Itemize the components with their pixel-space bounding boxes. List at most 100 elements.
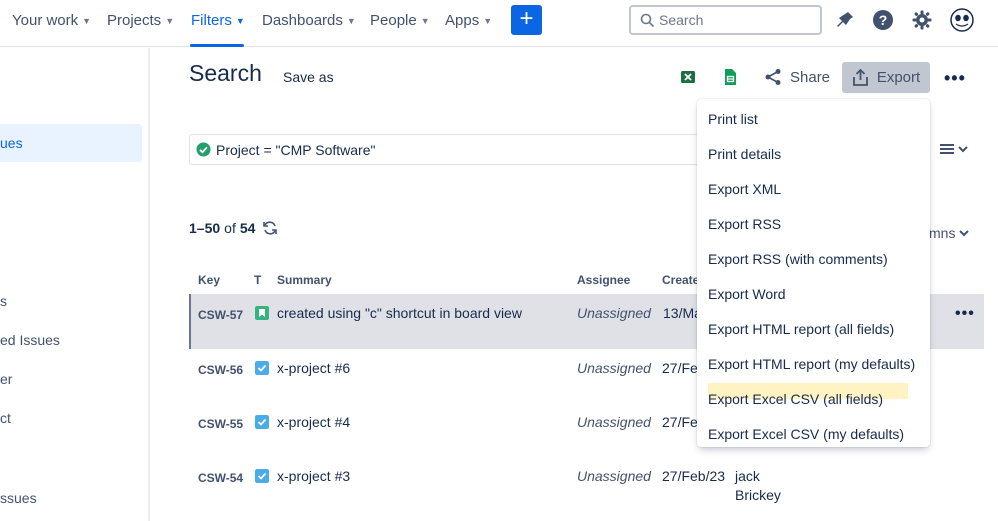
sidebar-item-filter-4[interactable]: ct: [0, 410, 11, 426]
menu-item-print-list[interactable]: Print list: [708, 111, 918, 127]
export-icon: [852, 68, 868, 86]
issue-assignee: Unassigned: [577, 360, 651, 376]
sidebar-item-label: s: [0, 293, 7, 309]
sidebar-item-filter-5[interactable]: ssues: [0, 490, 37, 506]
sidebar-item-filter-3[interactable]: er: [0, 371, 12, 387]
task-icon: [255, 469, 269, 483]
results-total: 54: [239, 220, 256, 236]
menu-item-print-details[interactable]: Print details: [708, 146, 918, 162]
sidebar-item-label: ed Issues: [0, 332, 60, 348]
issue-key[interactable]: CSW-57: [198, 308, 243, 322]
menu-item-export-word[interactable]: Export Word: [708, 286, 918, 302]
export-menu: Print list Print details Export XML Expo…: [697, 99, 930, 447]
share-icon: [765, 69, 781, 85]
results-of-label: of: [224, 220, 236, 236]
issue-created: 27/Fe: [662, 414, 698, 430]
nav-people[interactable]: People ▼: [370, 12, 430, 29]
nav-your-work-label: Your work: [12, 12, 79, 29]
save-as-button[interactable]: Save as: [283, 69, 334, 85]
excel-icon[interactable]: [679, 68, 697, 86]
issue-summary[interactable]: x-project #3: [277, 468, 350, 484]
column-header-assignee[interactable]: Assignee: [577, 273, 630, 287]
search-icon: [640, 13, 654, 27]
story-icon: [255, 306, 269, 320]
menu-item-export-rss-comments[interactable]: Export RSS (with comments): [708, 251, 918, 267]
create-button[interactable]: +: [511, 5, 542, 35]
issue-summary[interactable]: x-project #4: [277, 414, 350, 430]
notifications-icon[interactable]: [833, 8, 857, 32]
svg-text:?: ?: [879, 12, 888, 28]
nav-people-label: People: [370, 12, 417, 29]
menu-item-export-rss[interactable]: Export RSS: [708, 216, 918, 232]
refresh-icon[interactable]: [262, 220, 278, 236]
issue-assignee: Unassigned: [577, 468, 651, 484]
sidebar-item-issues[interactable]: ues: [0, 124, 142, 162]
check-circle-icon: [196, 142, 211, 157]
avatar[interactable]: [950, 8, 974, 32]
column-header-summary[interactable]: Summary: [277, 273, 332, 287]
jql-query-field[interactable]: Project = "CMP Software": [189, 134, 704, 165]
export-label: Export: [876, 69, 921, 86]
sidebar-item-label: ct: [0, 410, 11, 426]
chevron-down-icon: ▼: [165, 15, 175, 26]
issue-summary[interactable]: created using "c" shortcut in board view: [277, 305, 522, 321]
nav-dashboards[interactable]: Dashboards ▼: [262, 12, 356, 29]
share-button[interactable]: Share: [764, 68, 830, 86]
sidebar: ues s ed Issues er ct ssues: [0, 48, 150, 521]
chevron-down-icon: ▼: [235, 15, 245, 26]
menu-item-export-html-defaults[interactable]: Export HTML report (my defaults): [708, 356, 918, 372]
top-navigation: Your work ▼ Projects ▼ Filters ▼ Dashboards…: [0, 0, 998, 47]
columns-label: mns: [929, 225, 956, 241]
chevron-down-icon: [959, 230, 970, 237]
menu-item-export-xml[interactable]: Export XML: [708, 181, 918, 197]
issue-created: 27/Feb/23: [662, 468, 726, 484]
jql-text: Project = "CMP Software": [216, 142, 376, 158]
task-icon: [255, 415, 269, 429]
nav-apps[interactable]: Apps ▼: [445, 12, 492, 29]
sidebar-item-label: ues: [0, 135, 23, 151]
chevron-down-icon: ▼: [420, 15, 430, 26]
gear-icon[interactable]: [910, 8, 934, 32]
chevron-down-icon: ▼: [82, 15, 92, 26]
menu-item-export-csv-all[interactable]: Export Excel CSV (all fields): [708, 391, 918, 407]
search-box[interactable]: [629, 5, 822, 35]
sidebar-item-filter-1[interactable]: s: [0, 293, 7, 309]
sidebar-item-label: er: [0, 371, 13, 387]
column-header-created[interactable]: Create: [662, 273, 699, 287]
issue-key[interactable]: CSW-55: [198, 417, 243, 431]
help-icon[interactable]: ?: [871, 8, 895, 32]
nav-filters[interactable]: Filters ▼: [191, 12, 245, 29]
columns-button[interactable]: mns: [929, 225, 970, 241]
google-sheets-icon[interactable]: [721, 68, 739, 86]
issue-reporter-surname: Brickey: [735, 487, 781, 503]
task-icon: [255, 361, 269, 375]
sidebar-item-filter-2[interactable]: ed Issues: [0, 332, 60, 348]
page-title: Search: [189, 60, 262, 86]
issue-key[interactable]: CSW-54: [198, 471, 243, 485]
share-label: Share: [790, 68, 831, 86]
issue-assignee: Unassigned: [577, 414, 651, 430]
list-view-icon: [940, 144, 954, 154]
table-row[interactable]: CSW-54 x-project #3 Unassigned 27/Feb/23…: [189, 458, 984, 518]
issue-created: 27/Fe: [662, 360, 698, 376]
issue-assignee: Unassigned: [577, 305, 651, 321]
search-input[interactable]: [659, 11, 809, 29]
column-header-key[interactable]: Key: [198, 273, 220, 287]
chevron-down-icon: ▼: [483, 15, 493, 26]
nav-apps-label: Apps: [445, 12, 480, 29]
view-switcher-button[interactable]: [939, 142, 968, 156]
export-button[interactable]: Export: [842, 62, 930, 93]
issue-reporter: jack: [735, 468, 760, 484]
results-range: 1–50: [189, 220, 221, 236]
menu-item-export-html-all[interactable]: Export HTML report (all fields): [708, 321, 918, 337]
issue-summary[interactable]: x-project #6: [277, 360, 350, 376]
nav-filters-label: Filters: [191, 12, 232, 29]
nav-projects[interactable]: Projects ▼: [107, 12, 174, 29]
row-actions-button[interactable]: •••: [955, 305, 975, 323]
more-actions-button[interactable]: •••: [944, 68, 966, 89]
column-header-type[interactable]: T: [254, 273, 261, 287]
menu-item-export-csv-defaults[interactable]: Export Excel CSV (my defaults): [708, 426, 918, 442]
chevron-down-icon: ▼: [346, 15, 356, 26]
nav-your-work[interactable]: Your work ▼: [12, 12, 91, 29]
issue-key[interactable]: CSW-56: [198, 363, 243, 377]
